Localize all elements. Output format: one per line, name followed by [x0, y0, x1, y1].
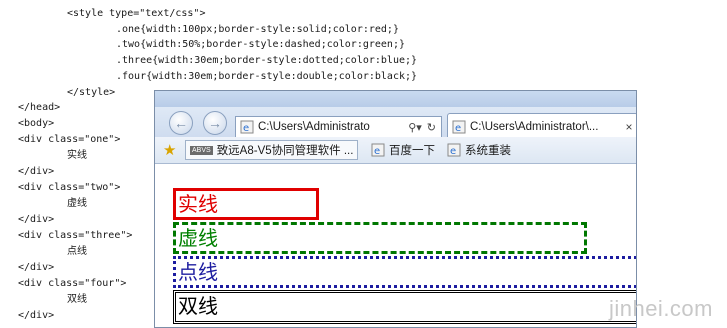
tab-title: C:\Users\Administrator\... — [470, 120, 599, 133]
address-bar[interactable]: e C:\Users\Administrato ⚲▾ ↻ — [235, 116, 442, 138]
dashed-border-box: 虚线 — [173, 222, 587, 254]
code-line: <div class="one"> — [18, 134, 121, 145]
code-line: </div> — [18, 214, 55, 225]
watermark: jinhei.com — [608, 296, 713, 321]
favorite-badge: ABVS — [190, 145, 213, 155]
code-line: </div> — [18, 166, 55, 177]
search-icon[interactable]: ⚲▾ — [408, 121, 422, 134]
back-button[interactable]: ← — [169, 111, 193, 135]
favorites-bar: ★ ABVS 致远A8-V5协同管理软件 ... e 百度一下 e 系统重装 — [155, 137, 636, 164]
code-line: </head> — [18, 102, 61, 113]
favorite-item-baidu[interactable]: e 百度一下 — [367, 140, 435, 160]
favorite-item-a8[interactable]: ABVS 致远A8-V5协同管理软件 ... — [185, 140, 359, 160]
ie-page-icon: e — [240, 120, 254, 134]
favorite-label: 致远A8-V5协同管理软件 ... — [216, 145, 354, 157]
favorite-label: 百度一下 — [389, 145, 435, 157]
code-line: </div> — [18, 262, 55, 273]
code-line: </div> — [18, 310, 55, 321]
code-line: 点线 — [67, 246, 87, 257]
code-line: .one{width:100px;border-style:solid;colo… — [116, 24, 399, 35]
svg-text:e: e — [455, 123, 461, 134]
browser-window: ← → e C:\Users\Administrato ⚲▾ ↻ e C:\Us… — [154, 90, 637, 328]
code-line: <div class="three"> — [18, 230, 133, 241]
tab-active[interactable]: e C:\Users\Administrator\... × — [447, 113, 636, 139]
svg-text:e: e — [450, 146, 456, 157]
close-icon[interactable]: × — [621, 120, 636, 134]
code-line: .two{width:50%;border-style:dashed;color… — [116, 39, 405, 50]
code-line: 实线 — [67, 150, 87, 161]
favorite-label: 系统重装 — [465, 145, 511, 157]
refresh-icon[interactable]: ↻ — [427, 121, 436, 134]
favorite-item-system[interactable]: e 系统重装 — [443, 140, 511, 160]
code-line: <body> — [18, 118, 55, 129]
ie-tab-icon: e — [452, 120, 466, 134]
code-line: 双线 — [67, 294, 87, 305]
solid-border-box: 实线 — [173, 188, 319, 220]
address-text: C:\Users\Administrato — [258, 121, 370, 133]
ie-page-icon: e — [447, 143, 461, 157]
favorites-star-icon[interactable]: ★ — [155, 140, 176, 160]
arrow-right-icon: → — [208, 115, 222, 131]
svg-text:e: e — [374, 146, 380, 157]
code-line: .four{width:30em;border-style:double;col… — [116, 71, 418, 82]
page-content: 实线 虚线 点线 双线 — [155, 164, 636, 327]
title-bar — [155, 91, 636, 107]
navigation-bar: ← → e C:\Users\Administrato ⚲▾ ↻ e C:\Us… — [155, 107, 636, 139]
arrow-left-icon: ← — [174, 115, 188, 131]
code-line: <div class="two"> — [18, 182, 121, 193]
code-line: 虚线 — [67, 198, 87, 209]
double-border-box: 双线 — [173, 290, 636, 324]
code-line: </style> — [67, 87, 116, 98]
dotted-border-box: 点线 — [173, 256, 636, 288]
code-line: <div class="four"> — [18, 278, 127, 289]
ie-page-icon: e — [371, 143, 385, 157]
forward-button[interactable]: → — [203, 111, 227, 135]
code-line: .three{width:30em;border-style:dotted;co… — [116, 55, 418, 66]
svg-text:e: e — [243, 123, 249, 134]
code-line: <style type="text/css"> — [67, 8, 206, 19]
